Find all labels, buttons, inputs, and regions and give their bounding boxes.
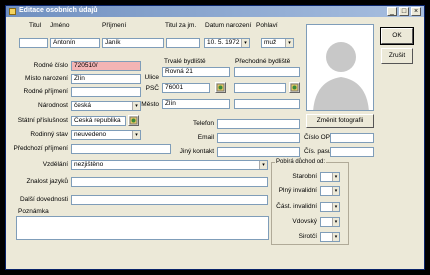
chevron-down-icon[interactable]: ▾	[332, 173, 339, 181]
pohlavi-select[interactable]: muž ▾	[261, 38, 294, 48]
titul-field[interactable]	[19, 38, 48, 48]
telefon-label: Telefon	[193, 120, 214, 127]
trvale-psc-field[interactable]: 76001	[162, 83, 210, 93]
datum-narozeni-label: Datum narození	[205, 22, 252, 29]
titul-za-field[interactable]	[166, 38, 200, 48]
email-label: Email	[197, 134, 214, 141]
email-field[interactable]	[217, 133, 300, 143]
pension-plny-invalidni-label: Plný invalidní	[278, 187, 317, 194]
cancel-button[interactable]: Zrušit	[381, 48, 413, 64]
chevron-down-icon[interactable]: ▾	[241, 39, 249, 47]
prechodne-psc-lookup-button[interactable]	[289, 82, 300, 93]
datum-narozeni-picker[interactable]: 10. 5. 1972 ▾	[204, 38, 250, 48]
trvale-psc-lookup-button[interactable]	[215, 82, 226, 93]
pension-starobni-label: Starobní	[292, 173, 317, 180]
rodinny-stav-select[interactable]: neuvedeno ▾	[71, 130, 141, 140]
title-bar[interactable]: Editace osobních údajů _ □ ×	[6, 6, 424, 17]
predchozi-prijmeni-field[interactable]	[71, 144, 171, 154]
chevron-down-icon[interactable]: ▾	[132, 131, 140, 139]
rodne-cislo-label: Rodné číslo	[33, 62, 68, 69]
trvale-bydliste-label: Trvalé bydliště	[164, 58, 206, 65]
prechodne-mesto-field[interactable]	[234, 99, 300, 109]
prechodne-bydliste-label: Přechodné bydliště	[235, 58, 291, 65]
trvale-ulice-field[interactable]: Rovná 21	[162, 67, 230, 77]
cislo-op-field[interactable]	[330, 133, 374, 143]
person-silhouette-icon	[307, 25, 373, 110]
narodnost-label: Národnost	[38, 102, 68, 109]
cislo-op-label: Číslo OP	[304, 134, 331, 141]
pohlavi-label: Pohlaví	[256, 22, 278, 29]
trvale-mesto-field[interactable]: Zlín	[162, 99, 230, 109]
statni-prislusnost-label: Státní příslušnost	[17, 117, 68, 124]
rodinny-stav-value: neuvedeno	[74, 131, 107, 138]
dalsi-dovednosti-label: Další dovednosti	[19, 196, 68, 203]
jiny-kontakt-field[interactable]	[217, 147, 300, 157]
app-icon	[9, 8, 16, 15]
telefon-field[interactable]	[217, 119, 300, 129]
ok-button[interactable]: OK	[380, 27, 414, 45]
statni-prislusnost-lookup-button[interactable]	[128, 115, 139, 126]
chevron-down-icon[interactable]: ▾	[332, 187, 339, 195]
pension-vdovsky-select[interactable]: ▾	[320, 217, 340, 227]
chevron-down-icon[interactable]: ▾	[285, 39, 293, 47]
chevron-down-icon[interactable]: ▾	[259, 161, 267, 169]
titul-za-label: Titul za jm.	[165, 22, 197, 29]
jmeno-label: Jméno	[50, 22, 70, 29]
pension-cast-invalidni-label: Část. invalidní	[276, 203, 317, 210]
rodne-prijmeni-label: Rodné příjmení	[23, 88, 68, 95]
close-button[interactable]: ×	[411, 7, 421, 16]
pension-group-title: Pobírá důchod od:	[275, 159, 327, 165]
chevron-down-icon[interactable]: ▾	[332, 218, 339, 226]
pension-cast-invalidni-select[interactable]: ▾	[320, 202, 340, 212]
prijmeni-field[interactable]: Janík	[102, 38, 164, 48]
statni-prislusnost-field[interactable]: Česká republika	[71, 116, 126, 126]
datum-narozeni-value: 10. 5. 1972	[207, 39, 240, 46]
pension-sirotci-select[interactable]: ▾	[320, 232, 340, 242]
pension-plny-invalidni-select[interactable]: ▾	[320, 186, 340, 196]
jmeno-field[interactable]: Antonín	[50, 38, 100, 48]
window-title: Editace osobních údajů	[19, 7, 98, 14]
photo-frame	[306, 24, 374, 111]
titul-label: Titul	[29, 22, 42, 29]
lookup-icon	[290, 83, 299, 92]
poznamka-textarea[interactable]	[16, 216, 269, 240]
poznamka-label: Poznámka	[18, 208, 49, 215]
rodne-prijmeni-field[interactable]	[71, 87, 141, 97]
znalost-jazyku-label: Znalost jazyků	[26, 178, 68, 185]
predchozi-prijmeni-label: Předchozí příjmení	[13, 145, 68, 152]
dalsi-dovednosti-field[interactable]	[71, 195, 268, 205]
pension-vdovsky-label: Vdovský	[292, 218, 317, 225]
cis-pasu-label: Čís. pasu	[304, 148, 332, 155]
lookup-icon	[216, 83, 225, 92]
vzdelani-select[interactable]: nezjištěno ▾	[71, 160, 268, 170]
jiny-kontakt-label: Jiný kontakt	[179, 148, 214, 155]
prechodne-ulice-field[interactable]	[234, 67, 300, 77]
editace-window: Editace osobních údajů _ □ × Titul Jméno…	[5, 5, 425, 270]
chevron-down-icon[interactable]: ▾	[332, 203, 339, 211]
rodne-cislo-field[interactable]: 720510/	[71, 61, 141, 71]
minimize-button[interactable]: _	[387, 7, 397, 16]
mesto-label: Město	[141, 101, 159, 108]
vzdelani-value: nezjištěno	[74, 161, 104, 168]
misto-narozeni-field[interactable]: Zlín	[71, 74, 141, 84]
prechodne-psc-field[interactable]	[234, 83, 286, 93]
prijmeni-label: Příjmení	[102, 22, 127, 29]
narodnost-select[interactable]: česká ▾	[71, 101, 141, 111]
pohlavi-value: muž	[264, 39, 277, 46]
maximize-button[interactable]: □	[399, 7, 409, 16]
vzdelani-label: Vzdělání	[42, 161, 68, 168]
narodnost-value: česká	[74, 102, 91, 109]
rodinny-stav-label: Rodinný stav	[30, 131, 68, 138]
lookup-icon	[129, 116, 138, 125]
misto-narozeni-label: Místo narození	[25, 75, 68, 82]
znalost-jazyku-field[interactable]	[71, 177, 268, 187]
change-photo-button[interactable]: Změnit fotografii	[306, 114, 374, 128]
chevron-down-icon[interactable]: ▾	[332, 233, 339, 241]
cis-pasu-field[interactable]	[330, 147, 374, 157]
psc-label: PSČ	[145, 85, 159, 92]
ulice-label: Ulice	[144, 74, 159, 81]
pension-group: Pobírá důchod od: Starobní ▾ Plný invali…	[271, 159, 349, 245]
pension-starobni-select[interactable]: ▾	[320, 172, 340, 182]
pension-sirotci-label: Sirotčí	[298, 233, 317, 240]
